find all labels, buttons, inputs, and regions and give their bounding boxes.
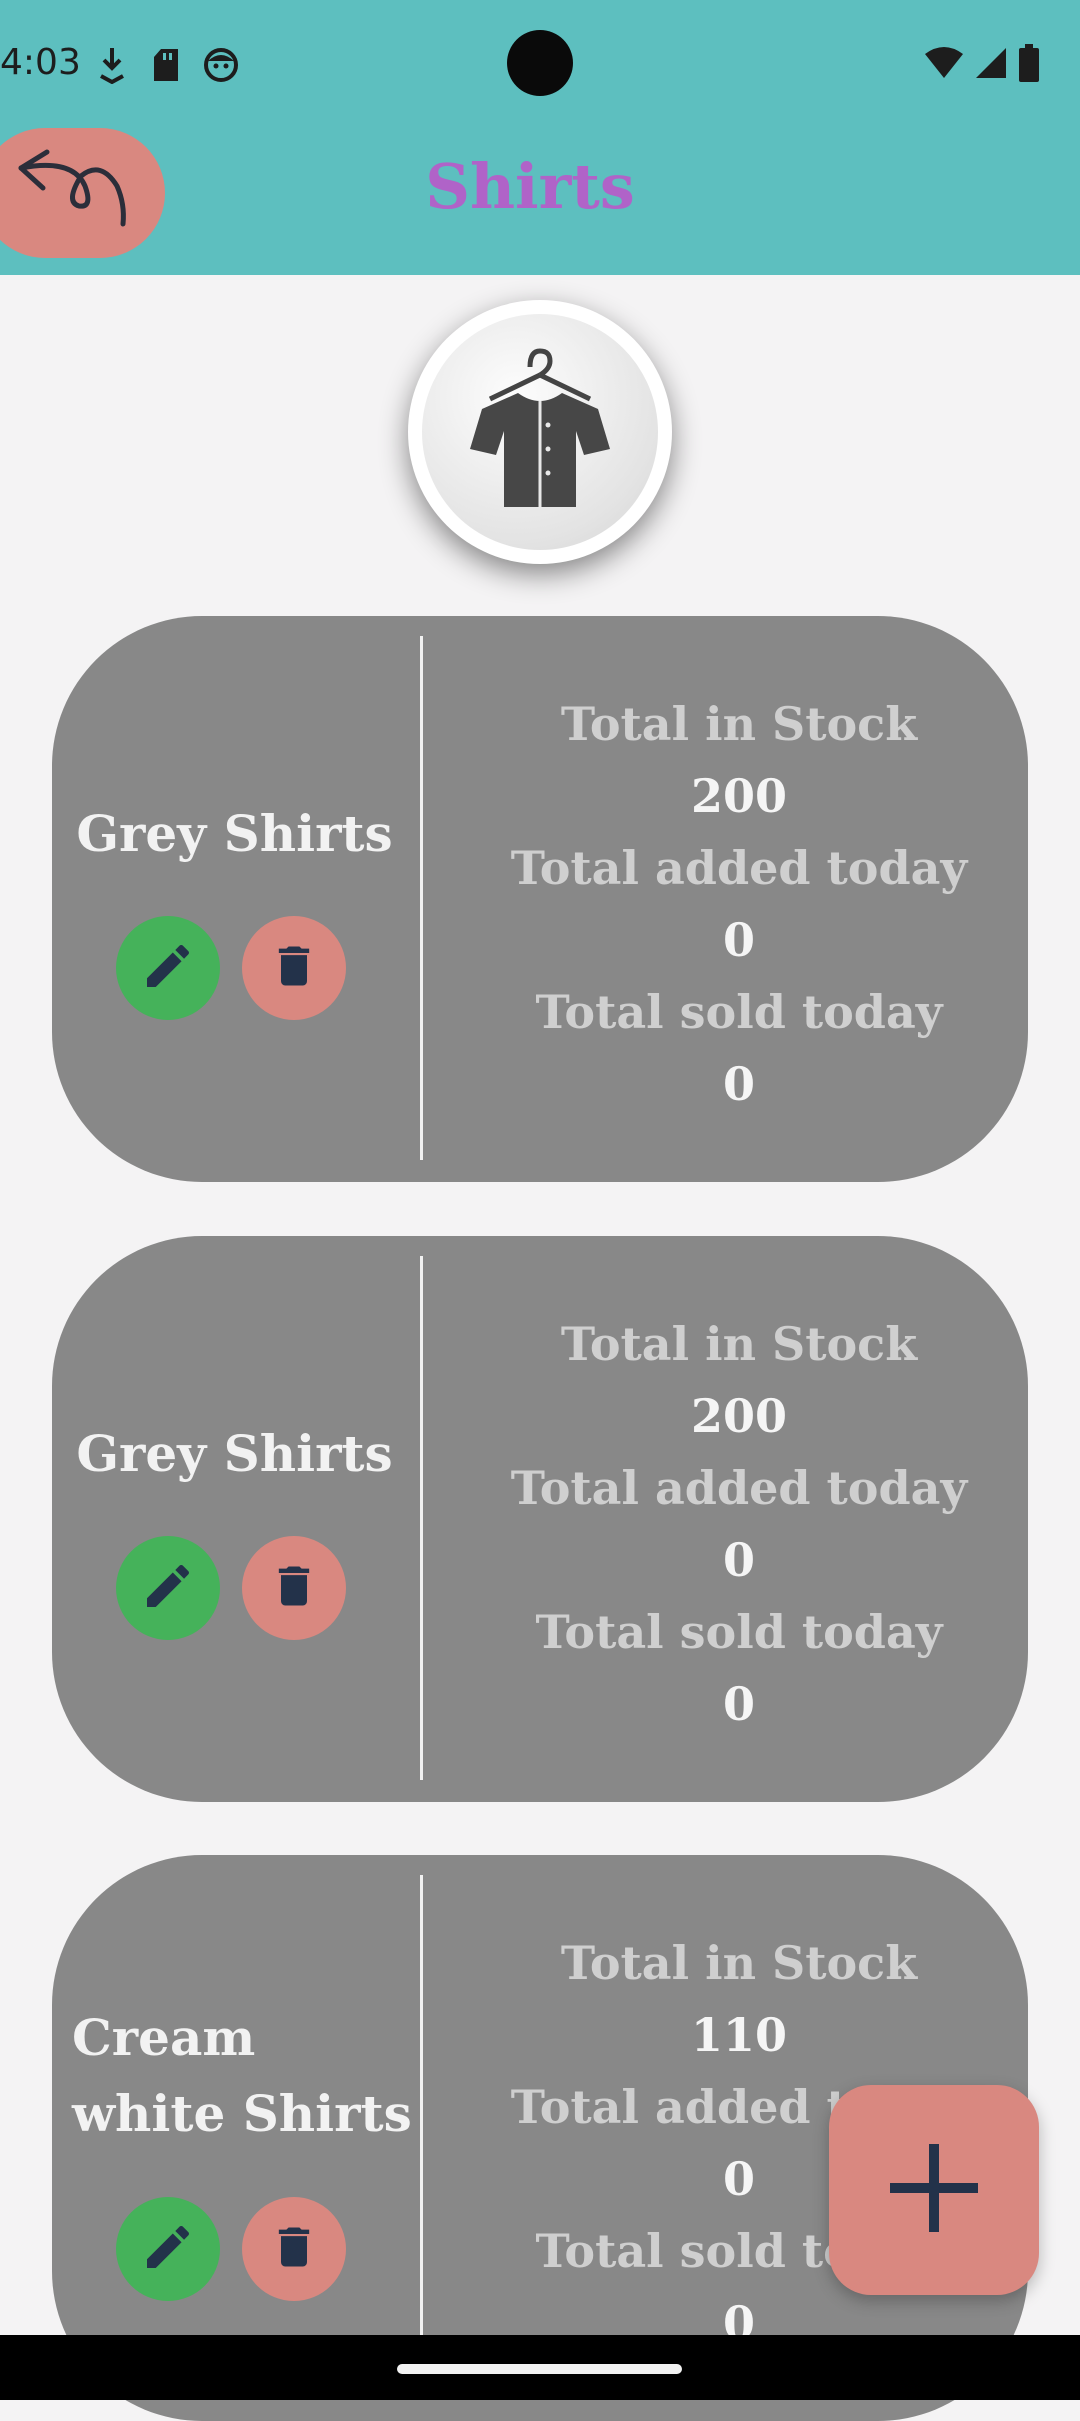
stock-value: 110: [690, 2008, 788, 2062]
status-time: 4:03: [0, 42, 81, 83]
card-divider: [420, 1256, 423, 1780]
trash-icon: [268, 940, 320, 996]
page-title: Shirts: [425, 150, 635, 223]
trash-icon: [268, 1560, 320, 1616]
stock-label: Total in Stock: [560, 1936, 918, 1990]
card-divider: [420, 1875, 423, 2399]
battery-icon: [1018, 44, 1040, 86]
item-actions: [116, 916, 346, 1020]
camera-cutout: [507, 30, 573, 96]
sold-value: 0: [722, 1057, 755, 1111]
stock-value: 200: [690, 769, 788, 823]
stock-label: Total in Stock: [560, 1317, 918, 1371]
sold-label: Total sold today: [535, 1605, 943, 1659]
sold-value: 0: [722, 1677, 755, 1731]
face-icon: [203, 47, 239, 87]
sold-label: Total sold today: [535, 985, 943, 1039]
added-label: Total added today: [510, 841, 968, 895]
edit-button[interactable]: [116, 2197, 220, 2301]
item-stats: Total in Stock 200 Total added today 0 T…: [424, 1308, 1028, 1740]
status-bar: 4:03: [0, 0, 1080, 130]
trash-icon: [268, 2221, 320, 2277]
item-actions: [116, 1536, 346, 1640]
home-gesture-handle[interactable]: [397, 2364, 682, 2374]
stock-value: 200: [690, 1389, 788, 1443]
item-name: Cream white Shirts: [72, 2008, 412, 2143]
added-label: Total added today: [510, 1461, 968, 1515]
wifi-icon: [924, 46, 964, 84]
card-divider: [420, 636, 423, 1160]
download-icon: [95, 46, 129, 88]
add-item-button[interactable]: [829, 2085, 1039, 2295]
shirt-on-hanger-icon: [460, 345, 620, 519]
app-bar: 4:03 Shirts: [0, 0, 1080, 275]
signal-icon: [974, 46, 1008, 84]
item-actions: [116, 2197, 346, 2301]
navigation-bar: [0, 2335, 1080, 2400]
item-name: Grey Shirts: [76, 1424, 393, 1483]
added-value: 0: [722, 1533, 755, 1587]
item-card: Grey Shirts Total in Stock 200 Total add…: [52, 1236, 1028, 1802]
edit-button[interactable]: [116, 1536, 220, 1640]
item-card: Grey Shirts Total in Stock 200 Total add…: [52, 616, 1028, 1182]
stock-label: Total in Stock: [560, 697, 918, 751]
status-icons-left: [95, 46, 239, 88]
category-image: [408, 300, 672, 564]
pencil-icon: [140, 938, 196, 998]
item-name: Grey Shirts: [76, 804, 393, 863]
item-stats: Total in Stock 200 Total added today 0 T…: [424, 688, 1028, 1120]
sd-card-icon: [151, 47, 181, 87]
delete-button[interactable]: [242, 916, 346, 1020]
status-icons-right: [924, 44, 1040, 86]
pencil-icon: [140, 1558, 196, 1618]
pencil-icon: [140, 2219, 196, 2279]
added-value: 0: [722, 913, 755, 967]
edit-button[interactable]: [116, 916, 220, 1020]
delete-button[interactable]: [242, 2197, 346, 2301]
delete-button[interactable]: [242, 1536, 346, 1640]
plus-icon: [884, 2138, 984, 2242]
